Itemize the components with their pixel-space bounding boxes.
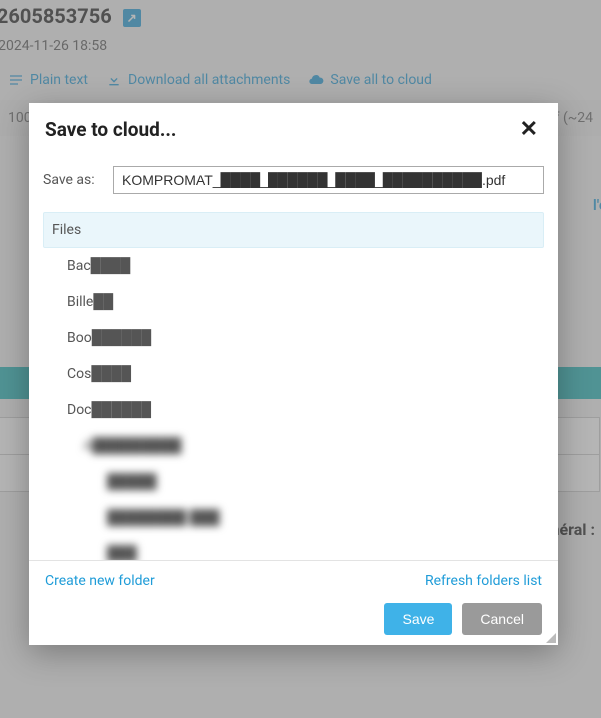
folder-label: Bac████	[67, 258, 130, 274]
files-header: Files	[43, 212, 544, 248]
close-icon[interactable]: ✕	[516, 117, 542, 142]
create-folder-link[interactable]: Create new folder	[45, 573, 155, 589]
folder-label: █████	[107, 474, 157, 490]
save-to-cloud-modal: Save to cloud... ✕ Save as: Files Bac███…	[29, 103, 558, 645]
folder-item[interactable]: Bac████	[43, 248, 544, 284]
folder-label: ████████ ███	[107, 510, 220, 526]
save-as-row: Save as:	[29, 156, 558, 204]
folder-item[interactable]: ████████ ███	[43, 500, 544, 536]
folder-label: Boo██████	[67, 330, 151, 346]
folder-label: Doc██████	[67, 402, 151, 418]
modal-title: Save to cloud...	[45, 118, 516, 141]
folder-item[interactable]: Doc██████	[43, 392, 544, 428]
modal-links-row: Create new folder Refresh folders list	[29, 561, 558, 601]
folder-item[interactable]: ███	[43, 536, 544, 560]
folder-label: A█████████	[83, 438, 181, 454]
cancel-button[interactable]: Cancel	[462, 603, 542, 635]
folder-item[interactable]: █████	[43, 464, 544, 500]
resize-grip-icon[interactable]	[544, 631, 556, 643]
folder-tree: Bac████ Bille██ Boo██████ Cos████ Doc███…	[29, 248, 558, 560]
modal-buttons: Save Cancel	[29, 601, 558, 645]
folder-item[interactable]: A█████████	[43, 428, 544, 464]
folder-item[interactable]: Bille██	[43, 284, 544, 320]
folder-item[interactable]: Cos████	[43, 356, 544, 392]
folder-label: Bille██	[67, 294, 113, 310]
folder-item[interactable]: Boo██████	[43, 320, 544, 356]
folder-label: ███	[107, 546, 137, 560]
folder-label: Cos████	[67, 366, 131, 382]
modal-header: Save to cloud... ✕	[29, 103, 558, 156]
save-button[interactable]: Save	[384, 603, 452, 635]
refresh-folders-link[interactable]: Refresh folders list	[425, 573, 542, 589]
filename-input[interactable]	[113, 166, 544, 194]
save-as-label: Save as:	[43, 172, 101, 188]
